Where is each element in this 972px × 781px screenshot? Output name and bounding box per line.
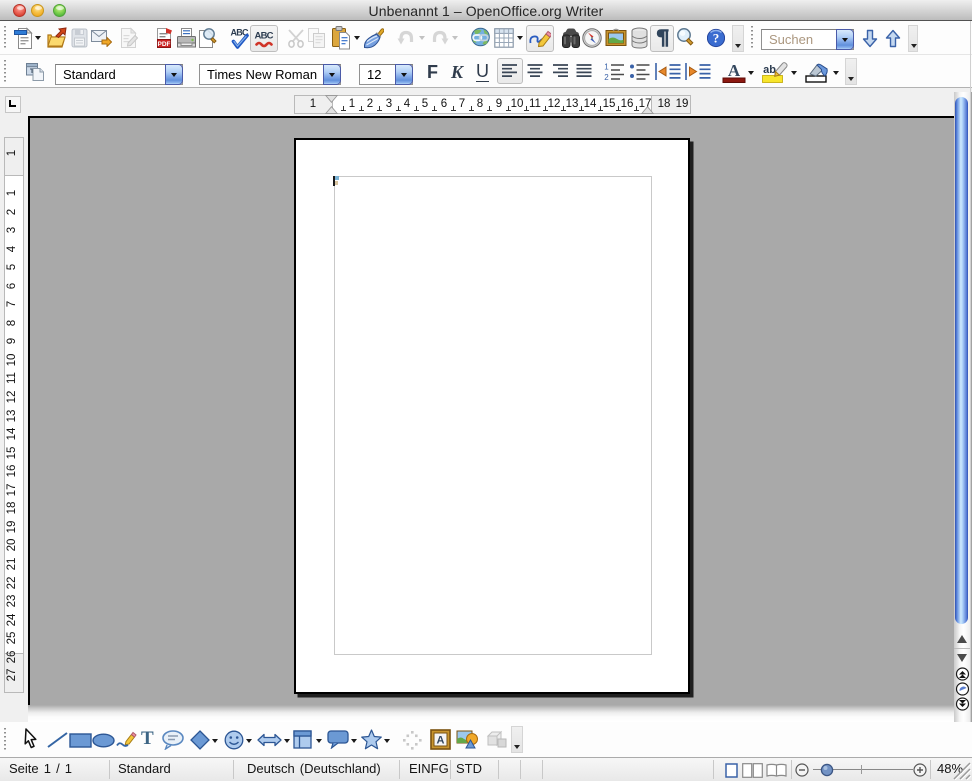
svg-text:PDF: PDF — [158, 41, 171, 48]
svg-text:A: A — [437, 735, 445, 747]
svg-text:2: 2 — [604, 73, 609, 81]
svg-text:ABC: ABC — [255, 31, 274, 42]
svg-text:1: 1 — [604, 63, 609, 72]
svg-text:ab: ab — [763, 64, 776, 76]
svg-text:?: ? — [713, 31, 720, 46]
svg-text:A: A — [728, 61, 741, 80]
